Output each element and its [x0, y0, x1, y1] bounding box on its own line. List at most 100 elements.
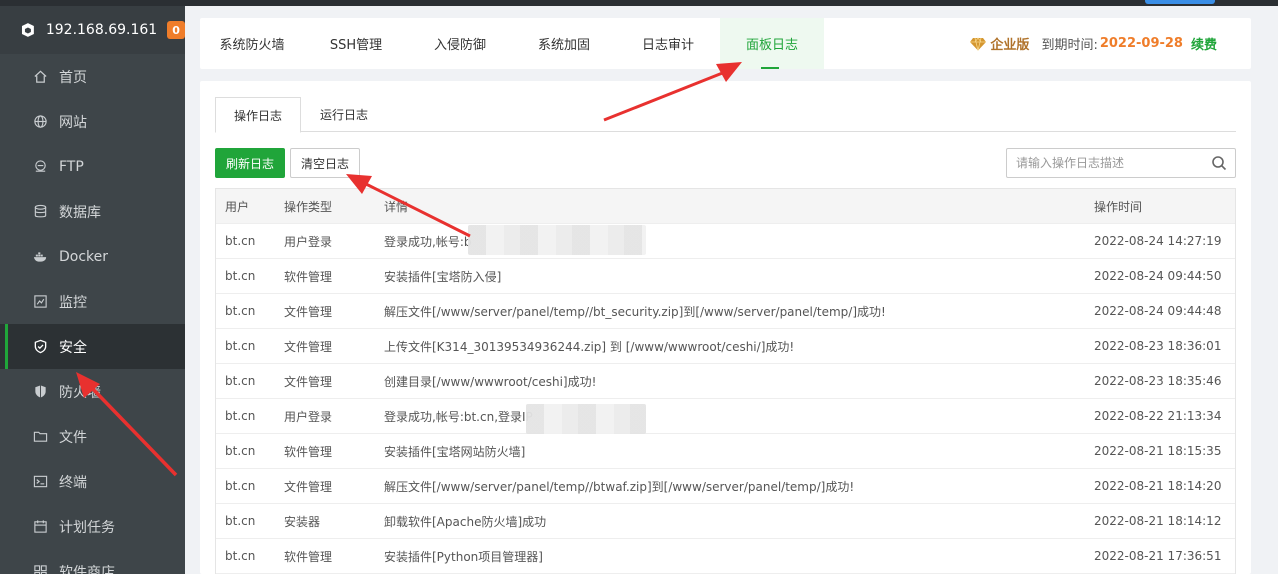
tab-operation-log[interactable]: 操作日志	[215, 97, 301, 133]
cell-type: 文件管理	[284, 374, 333, 389]
database-icon	[32, 204, 48, 220]
sidebar-item-cron[interactable]: 计划任务	[0, 504, 185, 549]
search-box	[1006, 148, 1236, 178]
cell-detail: 安装插件[宝塔防入侵]	[384, 269, 502, 284]
panel-log-card: 操作日志 运行日志 刷新日志 清空日志 用户 操作类型 详情 操作时间 bt.c…	[200, 81, 1251, 574]
table-row: bt.cn 用户登录 登录成功,帐号:bt.cn,登录IP 2022-08-22…	[216, 399, 1235, 434]
table-row: bt.cn 文件管理 创建目录[/www/wwwroot/ceshi]成功! 2…	[216, 364, 1235, 399]
cell-detail: 安装插件[宝塔网站防火墙]	[384, 444, 526, 459]
redaction-blur	[526, 404, 646, 434]
cell-time: 2022-08-23 18:36:01	[1094, 339, 1222, 353]
tab-log-audit[interactable]: 日志审计	[616, 18, 720, 69]
sidebar-item-database[interactable]: 数据库	[0, 189, 185, 234]
cell-detail: 解压文件[/www/server/panel/temp//btwaf.zip]到…	[384, 479, 855, 494]
sidebar-item-security[interactable]: 安全	[0, 324, 185, 369]
search-icon[interactable]	[1211, 155, 1227, 171]
sidebar-item-terminal[interactable]: 终端	[0, 459, 185, 504]
monitor-icon	[32, 294, 48, 310]
redaction-blur	[468, 225, 646, 255]
table-row: bt.cn 文件管理 解压文件[/www/server/panel/temp//…	[216, 469, 1235, 504]
sidebar-item-firewall[interactable]: 防火墙	[0, 369, 185, 414]
cell-time: 2022-08-24 09:44:50	[1094, 269, 1222, 283]
sidebar-item-label: 计划任务	[59, 519, 115, 536]
tab-hardening[interactable]: 系统加固	[512, 18, 616, 69]
tab-ssh[interactable]: SSH管理	[304, 18, 408, 69]
cell-type: 用户登录	[284, 409, 333, 424]
ftp-icon	[32, 159, 48, 175]
cell-detail: 创建目录[/www/wwwroot/ceshi]成功!	[384, 374, 597, 389]
cell-type: 文件管理	[284, 304, 333, 319]
renew-link[interactable]: 续费	[1191, 34, 1217, 53]
cell-time: 2022-08-21 18:14:20	[1094, 479, 1222, 493]
sidebar-item-label: 防火墙	[59, 384, 101, 401]
refresh-log-button[interactable]: 刷新日志	[215, 148, 285, 178]
shield-check-icon	[32, 339, 48, 355]
sidebar-item-docker[interactable]: Docker	[0, 234, 185, 279]
cell-time: 2022-08-22 21:13:34	[1094, 409, 1222, 423]
sidebar-item-website[interactable]: 网站	[0, 99, 185, 144]
table-row: bt.cn 用户登录 登录成功,帐号:b 2022-08-24 14:27:19	[216, 224, 1235, 259]
table-row: bt.cn 软件管理 安装插件[Python项目管理器] 2022-08-21 …	[216, 539, 1235, 574]
edition-label: 企业版	[990, 38, 1030, 53]
license-info: 企业版 到期时间: 2022-09-28 续费	[970, 18, 1217, 69]
cell-type: 文件管理	[284, 339, 333, 354]
server-ip: 192.168.69.161	[45, 22, 158, 38]
cell-user: bt.cn	[225, 409, 256, 423]
grid-icon	[32, 564, 48, 574]
home-icon	[32, 69, 48, 85]
tab-intrusion[interactable]: 入侵防御	[408, 18, 512, 69]
cell-detail: 上传文件[K314_30139534936244.zip] 到 [/www/ww…	[384, 339, 795, 354]
cell-user: bt.cn	[225, 549, 256, 563]
diamond-icon	[970, 36, 987, 51]
sidebar-item-label: 首页	[59, 69, 87, 86]
sidebar-item-files[interactable]: 文件	[0, 414, 185, 459]
security-tabs: 系统防火墙 SSH管理 入侵防御 系统加固 日志审计 面板日志 企业版 到期时间…	[200, 18, 1251, 69]
top-strip	[0, 0, 1278, 6]
cell-time: 2022-08-24 09:44:48	[1094, 304, 1222, 318]
sidebar-item-monitor[interactable]: 监控	[0, 279, 185, 324]
sidebar-header: 192.168.69.161 0	[0, 6, 185, 54]
search-input[interactable]	[1007, 149, 1203, 177]
sidebar-item-label: 软件商店	[59, 564, 115, 574]
cell-detail: 登录成功,帐号:bt.cn,登录IP	[384, 409, 533, 424]
top-blue-button[interactable]	[1145, 0, 1215, 4]
log-subtabs: 操作日志 运行日志	[215, 97, 1236, 133]
sidebar: 192.168.69.161 0 首页 网站 FTP 数据库 Docker 监控…	[0, 6, 185, 574]
logo-icon	[21, 23, 34, 37]
expire-date: 2022-09-28	[1099, 36, 1183, 51]
table-row: bt.cn 安装器 卸载软件[Apache防火墙]成功 2022-08-21 1…	[216, 504, 1235, 539]
cell-type: 文件管理	[284, 479, 333, 494]
sidebar-item-label: 终端	[59, 474, 87, 491]
sidebar-item-label: 安全	[59, 339, 87, 356]
docker-icon	[32, 249, 48, 265]
cell-user: bt.cn	[225, 374, 256, 388]
cell-user: bt.cn	[225, 269, 256, 283]
cell-time: 2022-08-21 17:36:51	[1094, 549, 1222, 563]
cell-user: bt.cn	[225, 479, 256, 493]
tab-panel-log[interactable]: 面板日志	[720, 18, 824, 69]
header-type: 操作类型	[284, 199, 333, 214]
cell-time: 2022-08-21 18:15:35	[1094, 444, 1222, 458]
terminal-icon	[32, 474, 48, 490]
sidebar-item-home[interactable]: 首页	[0, 54, 185, 99]
cell-type: 软件管理	[284, 269, 333, 284]
log-table: 用户 操作类型 详情 操作时间 bt.cn 用户登录 登录成功,帐号:b 202…	[215, 188, 1236, 574]
header-detail: 详情	[384, 199, 409, 214]
cell-detail: 安装插件[Python项目管理器]	[384, 549, 543, 564]
clear-log-button[interactable]: 清空日志	[290, 148, 360, 178]
tab-run-log[interactable]: 运行日志	[301, 97, 387, 132]
notification-badge[interactable]: 0	[167, 21, 185, 39]
sidebar-item-ftp[interactable]: FTP	[0, 144, 185, 189]
sidebar-item-label: 文件	[59, 429, 87, 446]
table-row: bt.cn 文件管理 上传文件[K314_30139534936244.zip]…	[216, 329, 1235, 364]
cell-time: 2022-08-23 18:35:46	[1094, 374, 1222, 388]
sidebar-item-label: FTP	[59, 158, 84, 175]
table-row: bt.cn 软件管理 安装插件[宝塔防入侵] 2022-08-24 09:44:…	[216, 259, 1235, 294]
expire-label: 到期时间:	[1041, 38, 1098, 53]
sidebar-item-label: 监控	[59, 294, 87, 311]
table-row: bt.cn 软件管理 安装插件[宝塔网站防火墙] 2022-08-21 18:1…	[216, 434, 1235, 469]
cell-type: 安装器	[284, 514, 321, 529]
tab-system-firewall[interactable]: 系统防火墙	[200, 18, 304, 69]
header-user: 用户	[225, 199, 250, 214]
sidebar-item-store[interactable]: 软件商店	[0, 549, 185, 574]
